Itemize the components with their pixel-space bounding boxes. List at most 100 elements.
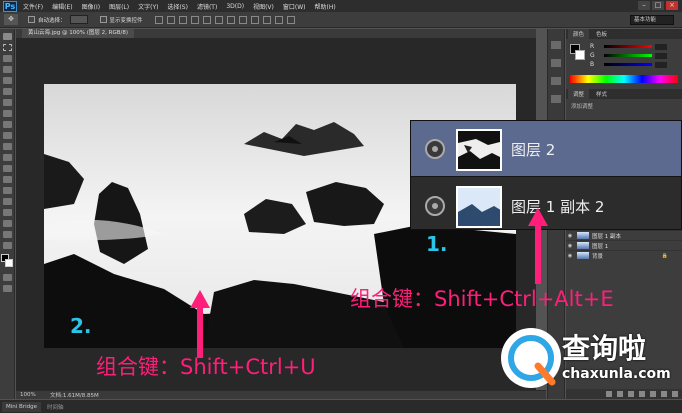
tab-swatches[interactable]: 色板 bbox=[591, 29, 613, 39]
layer-name: 图层 1 副本 bbox=[592, 233, 621, 240]
move-tool-icon[interactable] bbox=[2, 33, 12, 40]
menu-bar: Ps 文件(F) 编辑(E) 图像(I) 图层(L) 文字(Y) 选择(S) 滤… bbox=[0, 0, 682, 12]
distribute-left-icon[interactable] bbox=[262, 15, 271, 24]
path-select-tool-icon[interactable] bbox=[2, 209, 12, 216]
menu-edit[interactable]: 编辑(E) bbox=[52, 2, 72, 11]
auto-select-dropdown[interactable] bbox=[69, 15, 88, 24]
zoom-level[interactable]: 100% bbox=[16, 392, 42, 398]
auto-select-checkbox[interactable] bbox=[28, 16, 35, 23]
app-logo: Ps bbox=[3, 0, 17, 12]
crop-tool-icon[interactable] bbox=[2, 77, 12, 84]
document-tab[interactable]: 黄山云海.jpg @ 100% (图层 2, RGB/8) bbox=[22, 29, 134, 38]
adjust-hint: 添加调整 bbox=[571, 104, 594, 110]
layer-thumbnail bbox=[456, 129, 502, 171]
document-info[interactable]: 文档:1.61M/8.85M bbox=[42, 391, 99, 399]
layer-row-layer2[interactable]: 图层 2 bbox=[411, 121, 681, 177]
align-vcenter-icon[interactable] bbox=[166, 15, 175, 24]
menu-view[interactable]: 视图(V) bbox=[253, 2, 274, 11]
visibility-eye-icon[interactable]: ◉ bbox=[566, 243, 574, 249]
color-spectrum-bar[interactable] bbox=[570, 75, 678, 83]
zoom-tool-icon[interactable] bbox=[2, 242, 12, 249]
quick-mask-icon[interactable] bbox=[2, 274, 12, 281]
hand-tool-icon[interactable] bbox=[2, 231, 12, 238]
marquee-tool-icon[interactable] bbox=[2, 44, 12, 51]
align-left-icon[interactable] bbox=[190, 15, 199, 24]
menu-select[interactable]: 选择(S) bbox=[167, 2, 188, 11]
b-value-field[interactable] bbox=[655, 61, 667, 68]
workspace-switcher[interactable]: 基本功能 bbox=[630, 15, 674, 25]
tab-mini-bridge[interactable]: Mini Bridge bbox=[2, 401, 41, 412]
character-panel-icon[interactable] bbox=[551, 77, 561, 85]
distribute-hcenter-icon[interactable] bbox=[274, 15, 283, 24]
r-value-field[interactable] bbox=[655, 43, 667, 50]
distribute-right-icon[interactable] bbox=[286, 15, 295, 24]
g-slider[interactable] bbox=[604, 54, 652, 57]
options-bar: ✥ 自动选择： 显示变换控件 基本功能 bbox=[0, 12, 682, 28]
layer-name: 背景 bbox=[592, 253, 604, 260]
pen-tool-icon[interactable] bbox=[2, 187, 12, 194]
tab-color[interactable]: 颜色 bbox=[568, 29, 590, 39]
clone-stamp-tool-icon[interactable] bbox=[2, 121, 12, 128]
panel-background-swatch[interactable] bbox=[575, 50, 585, 60]
layer-row-layer1[interactable]: ◉ 图层 1 bbox=[566, 240, 682, 250]
visibility-eye-icon[interactable] bbox=[425, 196, 445, 216]
r-slider[interactable] bbox=[604, 45, 652, 48]
lasso-tool-icon[interactable] bbox=[2, 55, 12, 62]
menu-file[interactable]: 文件(F) bbox=[23, 2, 43, 11]
background-color-swatch[interactable] bbox=[4, 259, 13, 267]
layer2-thumbnail-image bbox=[458, 131, 500, 169]
distribute-top-icon[interactable] bbox=[226, 15, 235, 24]
menu-window[interactable]: 窗口(W) bbox=[283, 2, 306, 11]
tab-adjustments[interactable]: 调整 bbox=[568, 89, 590, 99]
gradient-tool-icon[interactable] bbox=[2, 154, 12, 161]
menu-3d[interactable]: 3D(D) bbox=[226, 3, 244, 10]
tab-timeline[interactable]: 时间轴 bbox=[43, 401, 68, 413]
g-label: G bbox=[590, 52, 595, 59]
visibility-eye-icon[interactable] bbox=[425, 139, 445, 159]
maximize-button[interactable]: □ bbox=[652, 1, 664, 10]
healing-brush-tool-icon[interactable] bbox=[2, 99, 12, 106]
screen-mode-icon[interactable] bbox=[2, 285, 12, 292]
color-row-r: R bbox=[590, 42, 682, 51]
quick-select-tool-icon[interactable] bbox=[2, 66, 12, 73]
brush-tool-icon[interactable] bbox=[2, 110, 12, 117]
b-slider[interactable] bbox=[604, 63, 652, 66]
distribute-vcenter-icon[interactable] bbox=[238, 15, 247, 24]
visibility-eye-icon[interactable]: ◉ bbox=[566, 253, 574, 259]
align-bottom-icon[interactable] bbox=[178, 15, 187, 24]
align-right-icon[interactable] bbox=[214, 15, 223, 24]
status-bar: 100% 文档:1.61M/8.85M bbox=[16, 390, 546, 399]
r-label: R bbox=[590, 43, 595, 50]
show-transform-checkbox[interactable] bbox=[99, 16, 107, 23]
eyedropper-tool-icon[interactable] bbox=[2, 88, 12, 95]
shape-tool-icon[interactable] bbox=[2, 220, 12, 227]
color-swatches[interactable] bbox=[0, 254, 14, 268]
close-button[interactable]: × bbox=[666, 1, 678, 10]
properties-panel-icon[interactable] bbox=[551, 59, 561, 67]
delete-layer-icon[interactable] bbox=[672, 391, 678, 397]
menu-filter[interactable]: 滤镜(T) bbox=[197, 2, 217, 11]
distribute-bottom-icon[interactable] bbox=[250, 15, 259, 24]
history-brush-tool-icon[interactable] bbox=[2, 132, 12, 139]
layer-row-layer1-copy[interactable]: ◉ 图层 1 副本 bbox=[566, 230, 682, 240]
g-value-field[interactable] bbox=[655, 52, 667, 59]
menu-image[interactable]: 图像(I) bbox=[82, 2, 100, 11]
type-tool-icon[interactable] bbox=[2, 198, 12, 205]
layer-thumbnail bbox=[577, 232, 589, 239]
tab-styles[interactable]: 样式 bbox=[591, 89, 613, 99]
align-hcenter-icon[interactable] bbox=[202, 15, 211, 24]
move-tool-preset-icon[interactable]: ✥ bbox=[4, 14, 18, 25]
blur-tool-icon[interactable] bbox=[2, 165, 12, 172]
layer-name: 图层 1 bbox=[592, 243, 609, 250]
menu-help[interactable]: 帮助(H) bbox=[315, 2, 336, 11]
menu-type[interactable]: 文字(Y) bbox=[138, 2, 158, 11]
minimize-button[interactable]: – bbox=[638, 1, 650, 10]
eraser-tool-icon[interactable] bbox=[2, 143, 12, 150]
align-top-icon[interactable] bbox=[154, 15, 163, 24]
paragraph-panel-icon[interactable] bbox=[551, 95, 561, 103]
layer-row-background[interactable]: ◉ 背景 🔒 bbox=[566, 250, 682, 260]
menu-layer[interactable]: 图层(L) bbox=[109, 2, 129, 11]
visibility-eye-icon[interactable]: ◉ bbox=[566, 233, 574, 239]
history-panel-icon[interactable] bbox=[551, 41, 561, 49]
dodge-tool-icon[interactable] bbox=[2, 176, 12, 183]
